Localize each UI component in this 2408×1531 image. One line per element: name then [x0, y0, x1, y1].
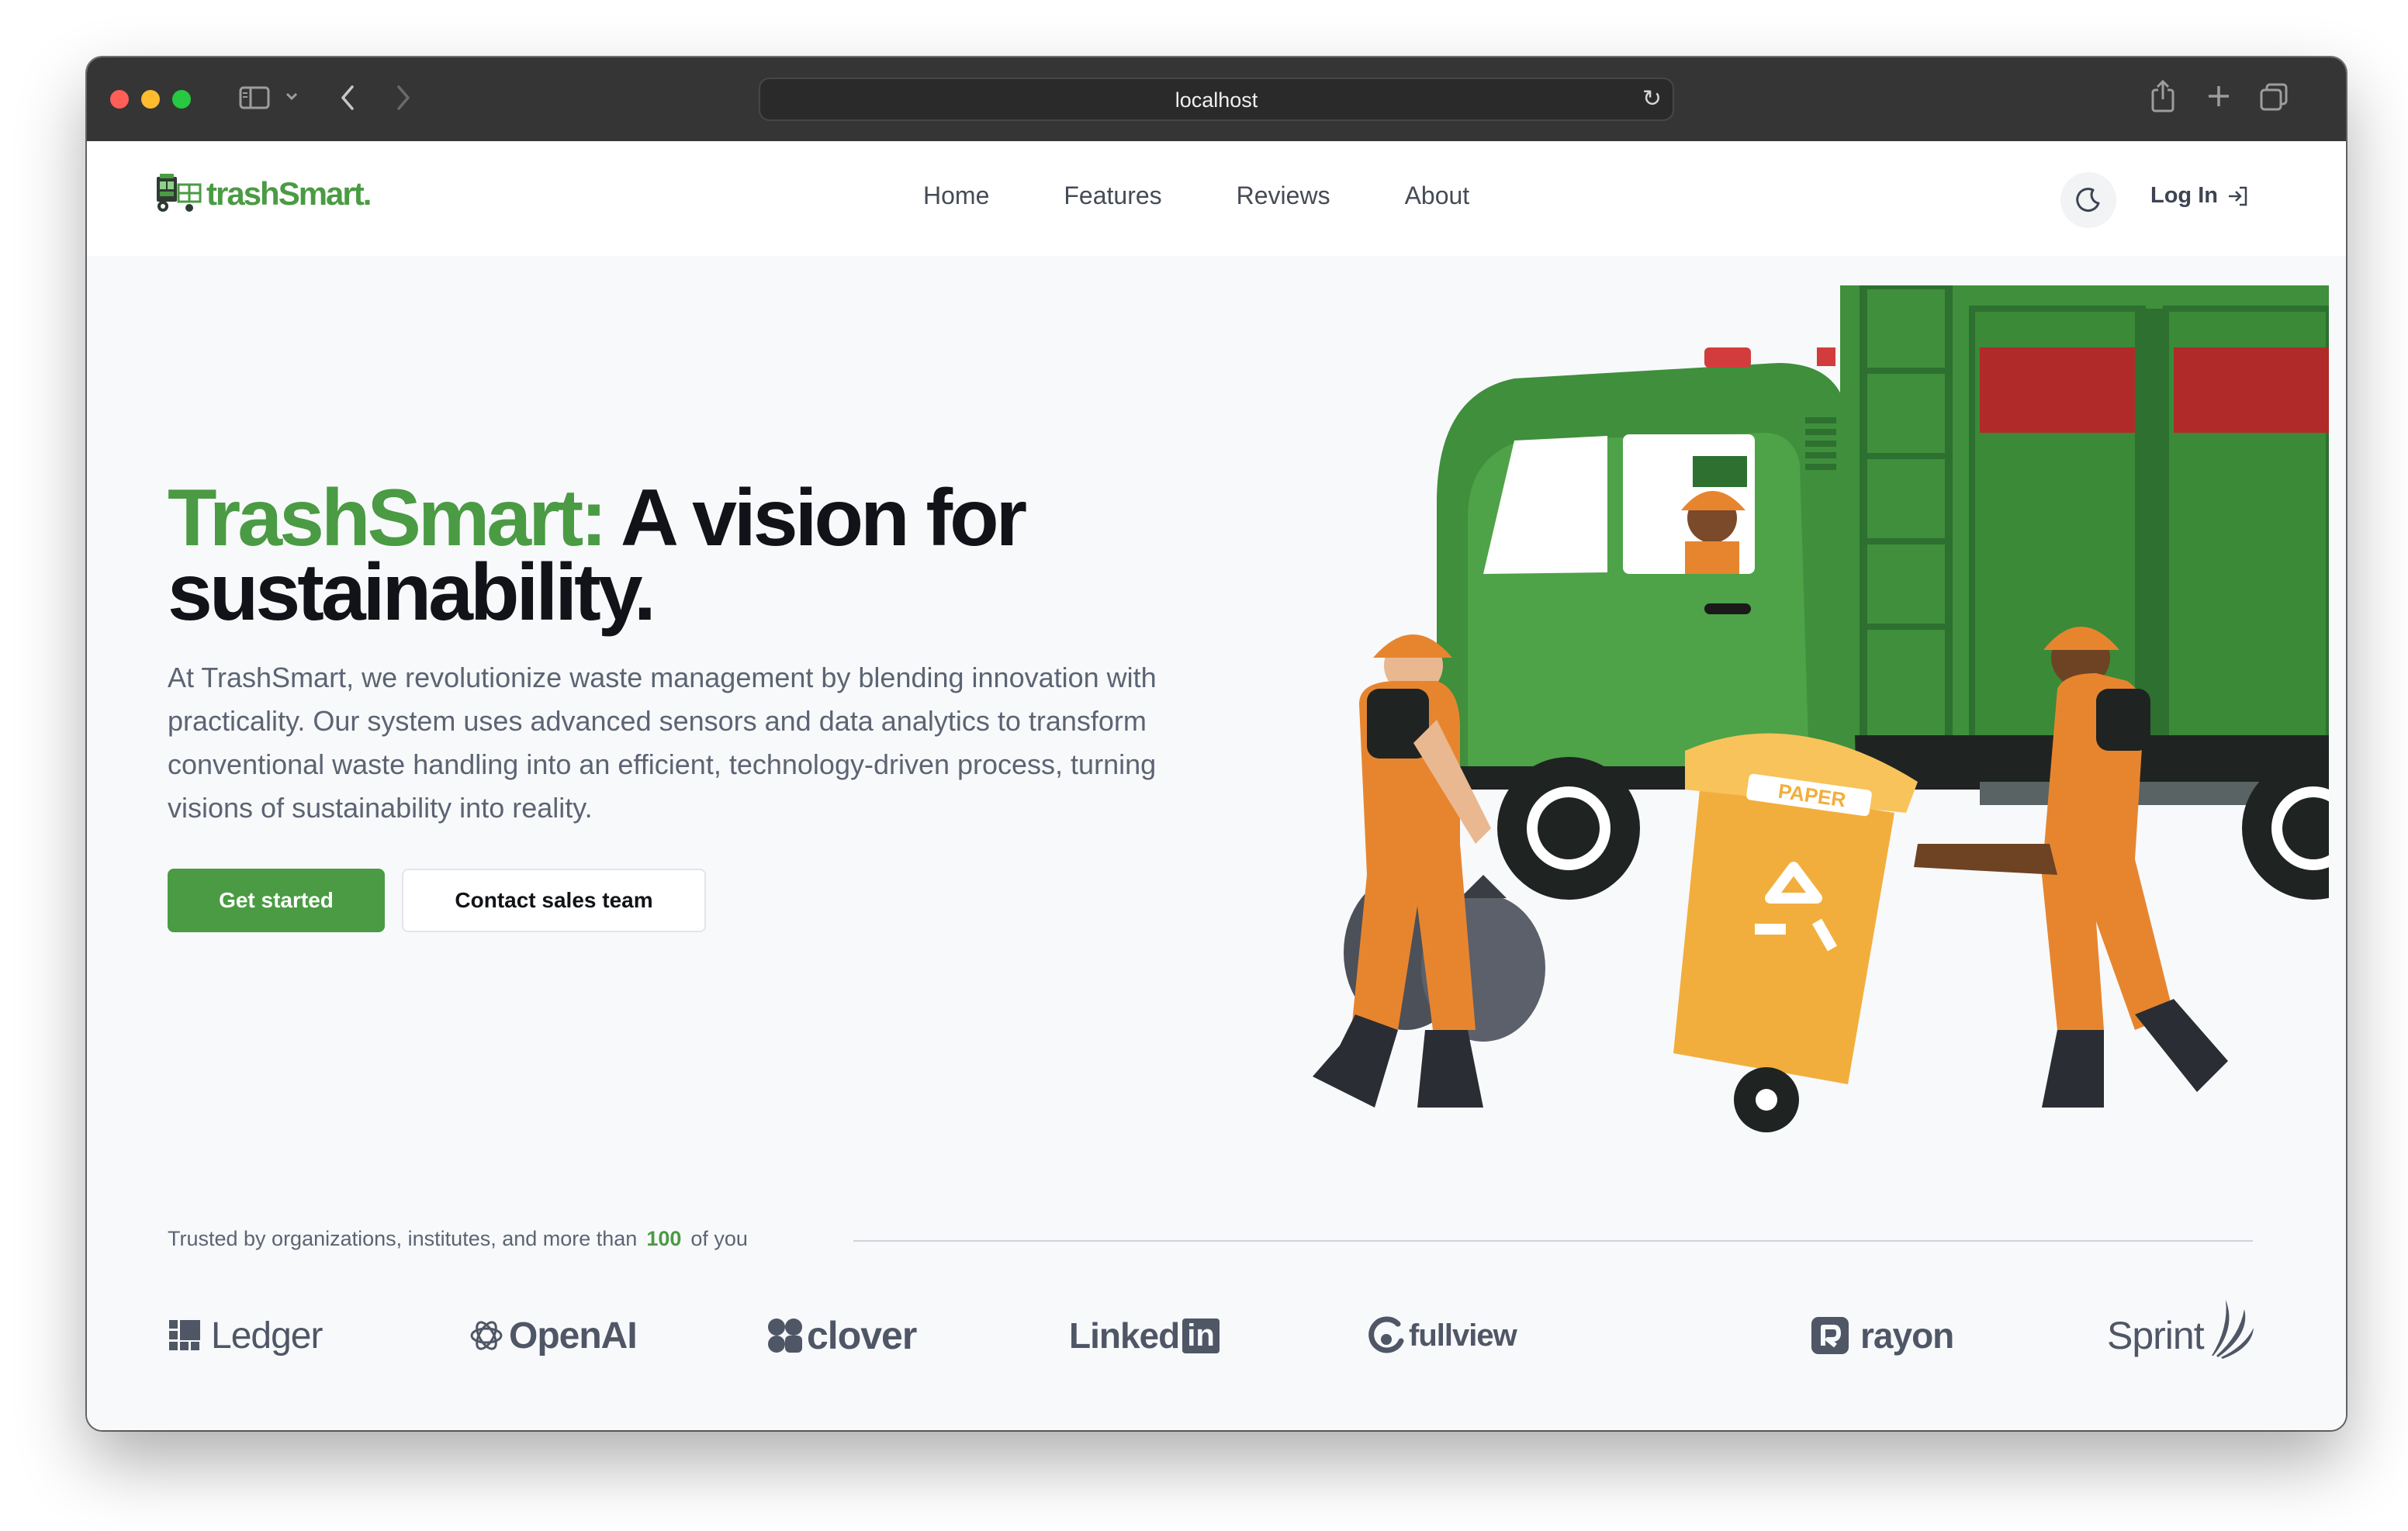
brand-logo[interactable]: trashSmart. — [152, 171, 372, 217]
minimize-window-button[interactable] — [141, 90, 160, 109]
url-text: localhost — [1175, 88, 1258, 112]
login-label: Log In — [2150, 183, 2218, 208]
rayon-icon — [1811, 1317, 1849, 1354]
nav-link-home[interactable]: Home — [923, 181, 989, 210]
browser-window: localhost ↻ trashSmart . Home Features R… — [87, 57, 2346, 1430]
hero-title: TrashSmart: A vision for sustainability. — [168, 478, 1254, 633]
trusted-suffix: of you — [690, 1227, 748, 1250]
back-icon[interactable] — [338, 84, 357, 115]
logo-clover-text: clover — [807, 1314, 917, 1357]
logo-fullview-text: fullview — [1409, 1318, 1517, 1353]
maximize-window-button[interactable] — [172, 90, 191, 109]
logo-sprint: Sprint — [2107, 1297, 2255, 1374]
logo-ledger: Ledger — [168, 1297, 323, 1374]
logo-linkedin: Linked in — [1069, 1297, 1220, 1374]
fullview-icon — [1368, 1316, 1404, 1353]
logo-linkedin-box: in — [1182, 1318, 1220, 1353]
contact-sales-button[interactable]: Contact sales team — [402, 869, 706, 932]
sprint-swoosh-icon — [2211, 1300, 2254, 1359]
logo-ledger-text: Ledger — [211, 1315, 323, 1356]
logo-rayon-text: rayon — [1860, 1315, 1954, 1356]
partner-logos: Ledger OpenAI clover Linked in fullview … — [149, 1297, 2290, 1374]
garbage-truck-illustration: PAPER — [1313, 285, 2329, 1132]
get-started-button[interactable]: Get started — [168, 869, 385, 932]
close-window-button[interactable] — [110, 90, 129, 109]
clover-icon — [768, 1318, 802, 1353]
moon-icon — [2076, 188, 2100, 212]
web-page: trashSmart. Home Features Reviews About … — [87, 141, 2346, 1430]
logo-sprint-text: Sprint — [2107, 1314, 2205, 1357]
login-button[interactable]: Log In — [2150, 183, 2249, 209]
trash-truck-logo-icon — [157, 174, 202, 212]
logo-openai: OpenAI — [469, 1297, 638, 1374]
browser-toolbar: localhost ↻ — [87, 57, 2346, 141]
forward-icon[interactable] — [394, 84, 413, 115]
share-icon[interactable] — [2149, 79, 2177, 116]
theme-toggle-button[interactable] — [2060, 172, 2116, 228]
trusted-prefix: Trusted by organizations, institutes, an… — [168, 1227, 638, 1250]
hero-description: At TrashSmart, we revolutionize waste ma… — [168, 662, 1157, 824]
logo-linkedin-text: Linked — [1069, 1315, 1180, 1356]
new-tab-icon[interactable] — [2206, 84, 2231, 112]
trusted-count: 100 — [646, 1227, 682, 1250]
logo-openai-text: OpenAI — [509, 1315, 638, 1356]
nav-links: Home Features Reviews About — [923, 181, 1544, 210]
tab-overview-icon[interactable] — [2259, 82, 2289, 115]
logo-clover: clover — [766, 1297, 917, 1374]
brand-dot: . — [362, 175, 372, 212]
reload-icon[interactable]: ↻ — [1642, 85, 1662, 112]
nav-link-about[interactable]: About — [1405, 181, 1470, 210]
address-bar[interactable]: localhost ↻ — [759, 78, 1674, 121]
login-arrow-icon — [2228, 186, 2247, 206]
site-navbar: trashSmart. Home Features Reviews About … — [87, 141, 2346, 256]
ledger-icon — [169, 1320, 200, 1350]
logo-fullview: fullview — [1367, 1297, 1517, 1374]
openai-icon — [470, 1321, 503, 1350]
brand-name: trashSmart — [206, 175, 365, 212]
sidebar-toggle-icon[interactable] — [239, 85, 270, 113]
trusted-by-text: Trusted by organizations, institutes, an… — [168, 1227, 748, 1251]
logo-rayon: rayon — [1811, 1297, 1954, 1374]
nav-link-reviews[interactable]: Reviews — [1237, 181, 1330, 210]
trusted-divider — [853, 1240, 2253, 1242]
nav-link-features[interactable]: Features — [1064, 181, 1161, 210]
chevron-down-icon[interactable] — [284, 88, 299, 107]
